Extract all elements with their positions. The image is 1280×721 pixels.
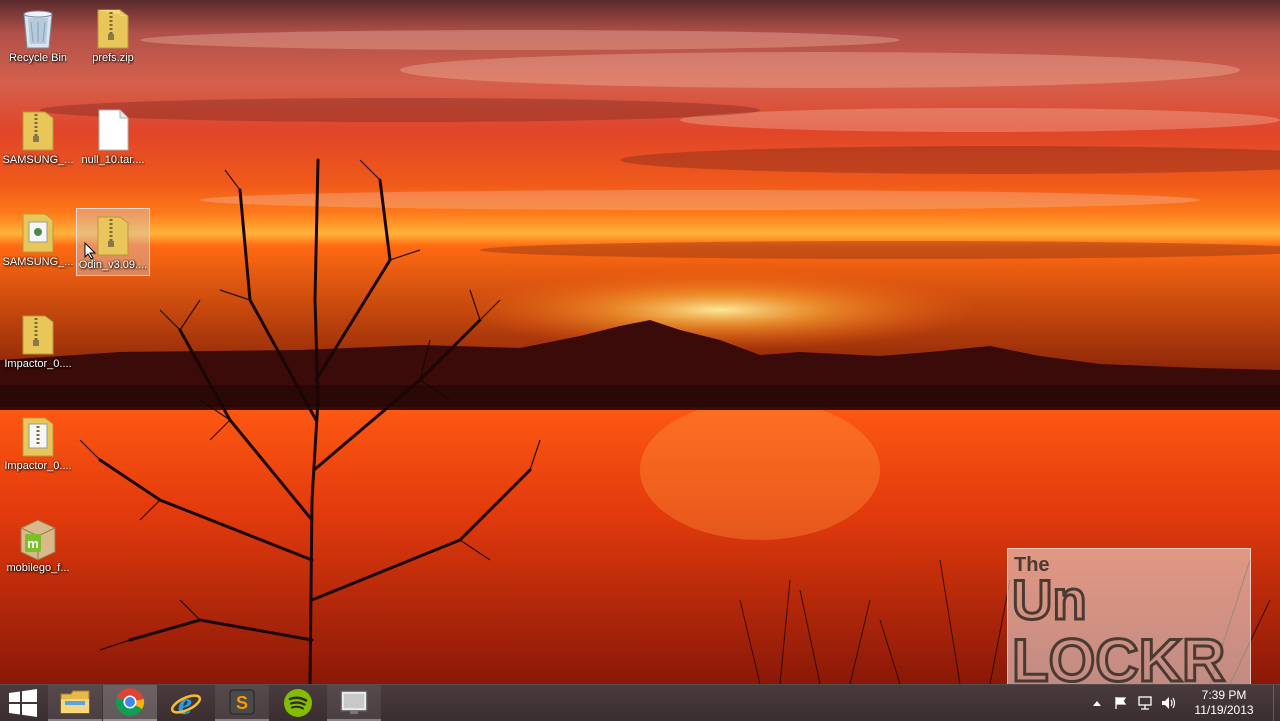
zip-folder-icon	[92, 6, 134, 50]
taskbar-chrome[interactable]	[103, 685, 157, 721]
desktop-icon-samsung-2[interactable]: SAMSUNG_...	[1, 206, 75, 274]
desktop-icon-label: SAMSUNG_...	[2, 154, 74, 166]
package-icon: m	[17, 516, 59, 560]
chrome-icon	[115, 688, 145, 716]
system-tray: 7:39 PM 11/19/2013	[1085, 685, 1280, 721]
watermark-text-un: Un	[1012, 568, 1087, 631]
internet-explorer-icon: e	[170, 688, 202, 718]
taskbar-clock[interactable]: 7:39 PM 11/19/2013	[1181, 688, 1273, 718]
network-icon[interactable]	[1133, 685, 1157, 721]
windows-logo-icon	[9, 689, 37, 717]
desktop-icon-label: Impactor_0....	[4, 460, 72, 472]
svg-text:m: m	[27, 536, 39, 551]
taskbar-spotify[interactable]	[271, 685, 325, 721]
desktop-icon-label: null_10.tar....	[81, 154, 145, 166]
desktop-icon-label: prefs.zip	[92, 52, 134, 64]
desktop-icon-label: mobilego_f...	[6, 562, 70, 574]
desktop-icon-prefs-zip[interactable]: prefs.zip	[76, 2, 150, 70]
file-explorer-icon	[60, 690, 90, 714]
desktop-icon-mobilego[interactable]: m mobilego_f...	[1, 512, 75, 580]
desktop-icon-label: Impactor_0....	[4, 358, 72, 370]
desktop-icon-label: SAMSUNG_...	[2, 256, 74, 268]
mouse-cursor-icon	[84, 241, 97, 260]
taskbar-sublime-text[interactable]: S	[215, 685, 269, 721]
recycle-bin-icon	[17, 6, 59, 50]
taskbar-file-explorer[interactable]	[48, 685, 102, 721]
watermark-text-lockr: LOCKR	[1012, 627, 1225, 689]
spotify-icon	[284, 689, 312, 717]
taskbar-internet-explorer[interactable]: e	[159, 685, 213, 721]
show-hidden-icons-chevron-up-icon[interactable]	[1085, 685, 1109, 721]
desktop-icon-label: Recycle Bin	[8, 52, 68, 64]
zip-folder-icon	[17, 108, 59, 152]
desktop-icon-label: Odin_v3.09....	[78, 259, 148, 271]
desktop-icon-null-10-tar[interactable]: null_10.tar....	[76, 104, 150, 172]
sublime-text-icon: S	[229, 689, 255, 715]
screen-recorder-icon	[340, 690, 368, 714]
clock-date: 11/19/2013	[1194, 703, 1254, 717]
show-desktop-button[interactable]	[1273, 685, 1280, 721]
start-button[interactable]	[0, 685, 46, 721]
svg-text:e: e	[178, 688, 192, 718]
zip-folder-icon	[17, 312, 59, 356]
desktop-icon-impactor-2[interactable]: Impactor_0....	[1, 410, 75, 478]
volume-icon[interactable]	[1157, 685, 1181, 721]
zip-folder-icon	[17, 414, 59, 458]
zip-folder-icon	[17, 210, 59, 254]
svg-text:S: S	[236, 693, 248, 713]
taskbar: e S 7:39 PM 11/19/2013	[0, 684, 1280, 721]
clock-time: 7:39 PM	[1201, 688, 1247, 702]
desktop-icon-recycle-bin[interactable]: Recycle Bin	[1, 2, 75, 70]
desktop-icon-samsung-1[interactable]: SAMSUNG_...	[1, 104, 75, 172]
blank-file-icon	[92, 108, 134, 152]
taskbar-screen-recorder[interactable]	[327, 685, 381, 721]
desktop-icon-impactor-1[interactable]: Impactor_0....	[1, 308, 75, 376]
watermark-logo: The Un LOCKR	[1007, 548, 1251, 696]
zip-folder-icon	[92, 213, 134, 257]
action-center-flag-icon[interactable]	[1109, 685, 1133, 721]
